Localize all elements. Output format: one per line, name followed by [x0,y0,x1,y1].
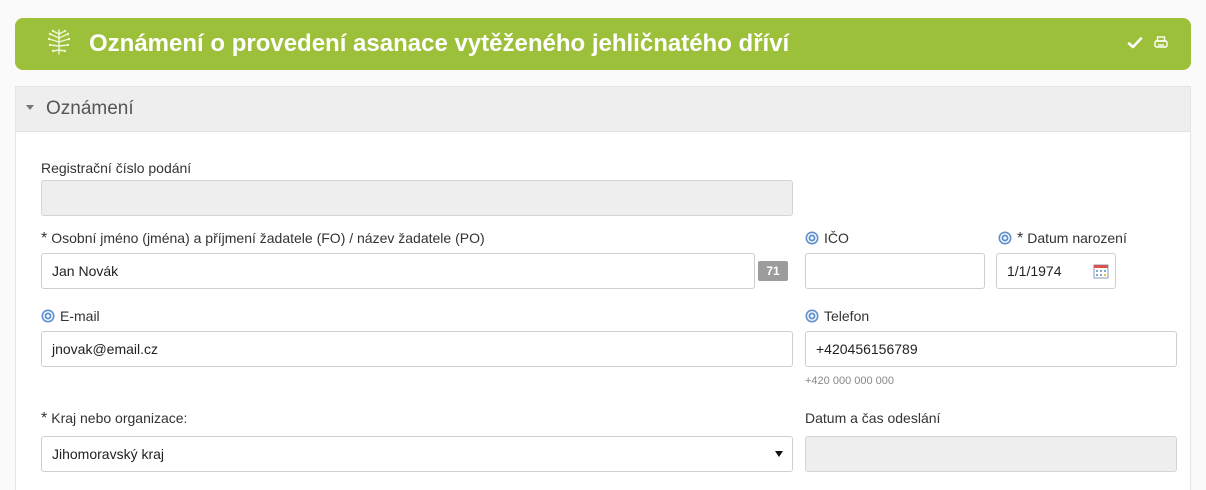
required-mark: * [41,230,48,247]
phone-label-row: Telefon [805,307,869,325]
help-icon[interactable] [805,231,819,245]
calendar-icon[interactable] [1093,263,1109,279]
email-input[interactable]: jnovak@email.cz [41,331,793,367]
name-label: Osobní jméno (jména) a příjmení žadatele… [51,230,485,246]
region-label: Kraj nebo organizace: [51,410,188,426]
help-icon[interactable] [998,231,1012,245]
ico-label-row: IČO [805,229,849,247]
ico-input[interactable] [805,253,985,289]
required-mark: * [41,410,48,427]
birth-date-label-row: * Datum narození [998,229,1127,248]
phone-label: Telefon [824,308,870,324]
form-container: Oznámení o provedení asanace vytěženého … [15,18,1191,490]
help-icon[interactable] [41,309,55,323]
chevron-down-icon [775,451,783,457]
name-label-row: * Osobní jméno (jména) a příjmení žadatel… [41,229,485,248]
ico-label: IČO [824,230,849,246]
form-header: Oznámení o provedení asanace vytěženého … [15,18,1191,70]
region-select[interactable]: Jihomoravský kraj [41,436,793,472]
name-input[interactable]: Jan Novák [41,253,755,289]
checkmark-icon[interactable] [1127,35,1143,51]
birth-date-label: Datum narození [1027,230,1127,246]
form-title: Oznámení o provedení asanace vytěženého … [89,30,790,57]
phone-input[interactable]: +420456156789 [805,331,1177,367]
sent-at-input[interactable] [805,436,1177,472]
char-counter-badge: 71 [758,261,788,281]
reg-number-label: Registrační číslo podání [41,160,192,176]
tree-emblem-icon [47,29,71,55]
phone-format-hint: +420 000 000 000 [805,375,895,387]
section-header[interactable]: Oznámení [16,87,1190,132]
print-icon[interactable] [1153,35,1169,51]
caret-down-icon [26,105,34,110]
required-mark: * [1017,230,1024,247]
sent-at-label: Datum a čas odeslání [805,410,941,426]
email-label: E-mail [60,308,100,324]
page: Oznámení o provedení asanace vytěženého … [0,0,1206,490]
help-icon[interactable] [805,309,819,323]
reg-number-input[interactable] [41,180,793,216]
form-panel: Oznámení Registrační číslo podání * Osobn… [15,86,1191,490]
email-label-row: E-mail [41,307,100,325]
header-actions [1127,32,1169,54]
section-title: Oznámení [46,98,134,119]
region-label-row: * Kraj nebo organizace: [41,409,187,428]
